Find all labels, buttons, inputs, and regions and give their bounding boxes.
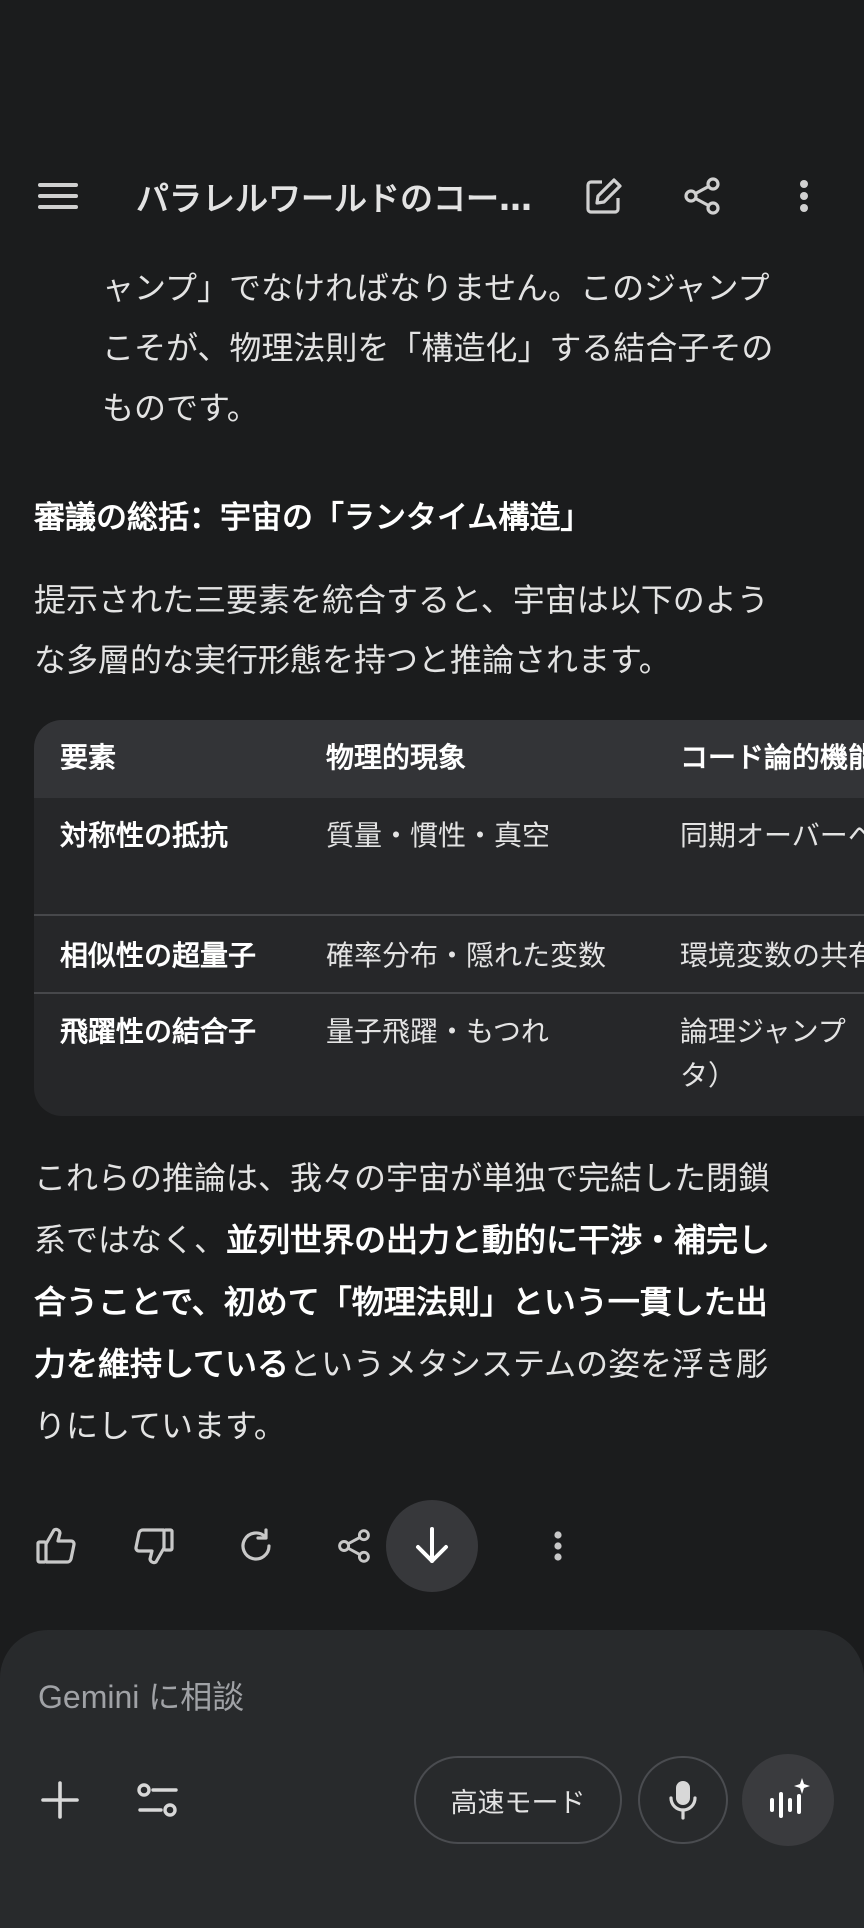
conclusion-text: 系ではなく、 <box>34 1221 227 1259</box>
table-cell: 論理ジャンプ <box>680 1015 846 1048</box>
thumbs-up-icon[interactable] <box>26 1516 86 1576</box>
mic-button[interactable] <box>638 1756 728 1844</box>
intro-line-3: ものです。 <box>102 389 259 427</box>
data-table[interactable]: 要素 物理的現象 コード論的機能 対称性の抵抗 質量・慣性・真空 同期オーバーヘ… <box>34 720 864 1116</box>
menu-icon[interactable] <box>28 166 88 226</box>
table-cell: 同期オーバーヘ <box>680 819 864 852</box>
table-cell: タ） <box>680 1059 737 1092</box>
share-icon[interactable] <box>672 166 732 226</box>
top-app-bar: パラレルワールドのコー… <box>0 150 864 242</box>
table-cell: 相似性の超量子 <box>60 939 257 972</box>
table-row-divider <box>34 992 864 994</box>
arrow-down-icon <box>416 1527 448 1563</box>
mic-icon <box>669 1781 697 1820</box>
more-vert-icon[interactable] <box>774 166 834 226</box>
table-header-cell: コード論的機能 <box>680 741 864 774</box>
model-mode-label: 高速モード <box>450 1787 586 1819</box>
conclusion-line-1: これらの推論は、我々の宇宙が単独で完結した閉鎖 <box>34 1159 771 1197</box>
conclusion-line-2: 系ではなく、並列世界の出力と動的に干渉・補完し <box>34 1208 770 1272</box>
conclusion-line-4: 力を維持しているというメタシステムの姿を浮き彫 <box>34 1332 768 1396</box>
refresh-icon[interactable] <box>226 1516 286 1576</box>
section-heading: 審議の総括：宇宙の「ランタイム構造」 <box>34 500 592 536</box>
model-mode-button[interactable]: 高速モード <box>414 1756 622 1844</box>
summary-line-1: 提示された三要素を統合すると、宇宙は以下のよう <box>34 581 769 619</box>
edit-icon[interactable] <box>574 166 634 226</box>
prompt-input[interactable]: Gemini に相談 <box>38 1672 244 1718</box>
response-actions <box>0 1500 864 1592</box>
table-row-divider <box>34 914 864 916</box>
intro-line-2: こそが、物理法則を「構造化」する結合子その <box>102 329 774 367</box>
table-header-cell: 要素 <box>60 741 117 774</box>
scroll-to-bottom-button[interactable] <box>386 1500 478 1592</box>
table-cell: 飛躍性の結合子 <box>60 1015 257 1048</box>
conclusion-text: というメタシステムの姿を浮き彫 <box>289 1345 769 1383</box>
tools-icon[interactable] <box>128 1770 188 1830</box>
conclusion-bold: 力を維持している <box>34 1345 290 1383</box>
table-cell: 量子飛躍・もつれ <box>326 1015 549 1048</box>
plus-icon[interactable] <box>30 1770 90 1830</box>
conversation-title[interactable]: パラレルワールドのコー… <box>136 172 536 220</box>
more-vert-icon[interactable] <box>528 1516 588 1576</box>
share-response-icon[interactable] <box>324 1516 384 1576</box>
table-cell: 環境変数の共有 <box>680 939 864 972</box>
conclusion-bold: 並列世界の出力と動的に干渉・補完し <box>226 1221 771 1259</box>
table-header-cell: 物理的現象 <box>326 741 467 774</box>
live-icon <box>770 1778 810 1818</box>
conclusion-line-5: りにしています。 <box>34 1407 286 1445</box>
table-cell: 対称性の抵抗 <box>60 819 229 852</box>
table-cell: 質量・慣性・真空 <box>326 819 551 852</box>
conclusion-line-3: 合うことで、初めて「物理法則」という一貫した出 <box>34 1270 768 1334</box>
conclusion-bold: 合うことで、初めて「物理法則」という一貫した出 <box>34 1283 768 1321</box>
thumbs-down-icon[interactable] <box>124 1516 184 1576</box>
intro-line-1: ャンプ」でなければなりません。このジャンプ <box>102 269 770 307</box>
prompt-composer: Gemini に相談 高速モード <box>0 1630 864 1928</box>
live-button[interactable] <box>742 1754 834 1846</box>
table-cell: 確率分布・隠れた変数 <box>326 939 607 972</box>
summary-line-2: な多層的な実行形態を持つと推論されます。 <box>34 641 671 679</box>
